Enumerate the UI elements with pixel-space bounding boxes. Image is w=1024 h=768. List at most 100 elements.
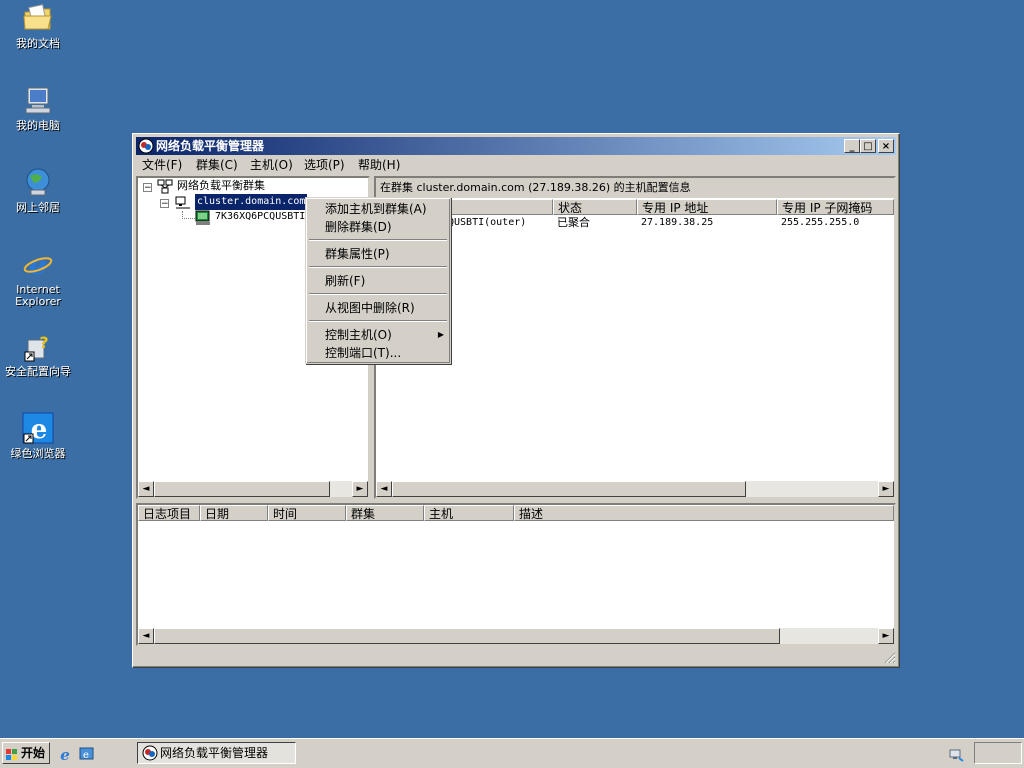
column-header-time[interactable]: 时间 xyxy=(268,505,346,521)
scroll-left-button[interactable]: ◄ xyxy=(376,481,392,497)
scroll-right-button[interactable]: ► xyxy=(878,628,894,644)
submenu-arrow-icon: ▶ xyxy=(437,330,444,339)
tree-host-label[interactable]: 7K36XQ6PCQUSBTI xyxy=(215,209,305,225)
desktop-icon-my-computer[interactable]: 我的电脑 xyxy=(0,84,76,132)
collapse-root-toggle[interactable]: − xyxy=(143,183,152,193)
log-column-headers: 日志项目 日期 时间 群集 主机 描述 xyxy=(138,505,894,521)
menu-options[interactable]: 选项(P) xyxy=(298,157,351,173)
detail-caption: 在群集 cluster.domain.com (27.189.38.26) 的主… xyxy=(380,181,691,194)
minimize-button[interactable]: _ xyxy=(844,139,860,153)
scroll-left-button[interactable]: ◄ xyxy=(138,628,154,644)
network-tray-icon[interactable] xyxy=(948,746,964,762)
cell-subnet: 255.255.255.0 xyxy=(781,217,860,228)
windows-logo-icon xyxy=(6,747,18,760)
column-header-subnet[interactable]: 专用 IP 子网掩码 xyxy=(777,199,894,215)
desktop-icon-security-wizard[interactable]: ? 安全配置向导 xyxy=(0,330,76,378)
taskbar-window-label: 网络负载平衡管理器 xyxy=(160,746,269,760)
detail-horizontal-scrollbar[interactable]: ◄ ► xyxy=(376,481,894,497)
log-pane: 日志项目 日期 时间 群集 主机 描述 ◄ ► xyxy=(136,503,896,646)
scroll-thumb[interactable] xyxy=(154,481,330,497)
scroll-right-button[interactable]: ► xyxy=(352,481,368,497)
detail-column-headers: 状态 专用 IP 地址 专用 IP 子网掩码 xyxy=(376,199,894,215)
scroll-thumb[interactable] xyxy=(154,628,780,644)
menu-separator xyxy=(309,293,447,295)
menu-help[interactable]: 帮助(H) xyxy=(352,157,406,173)
column-header-description[interactable]: 描述 xyxy=(514,505,894,521)
tree-connector-line xyxy=(182,211,195,219)
nlb-manager-window: 网络负载平衡管理器 _ □ × 文件(F) 群集(C) 主机(O) 选项(P) … xyxy=(132,133,900,668)
menu-item-add-host[interactable]: 添加主机到群集(A) xyxy=(308,200,448,218)
svg-text:e: e xyxy=(83,750,89,761)
collapse-cluster-toggle[interactable]: − xyxy=(160,199,169,209)
close-button[interactable]: × xyxy=(878,139,894,153)
internet-explorer-icon: e xyxy=(22,248,54,281)
window-title-bar[interactable]: 网络负载平衡管理器 _ □ × xyxy=(136,137,896,155)
window-title: 网络负载平衡管理器 xyxy=(156,139,265,153)
tree-root-label[interactable]: 网络负载平衡群集 xyxy=(177,178,265,194)
menu-file[interactable]: 文件(F) xyxy=(136,157,188,173)
menu-item-control-hosts[interactable]: 控制主机(O) xyxy=(308,326,448,344)
column-header-ip[interactable]: 专用 IP 地址 xyxy=(637,199,777,215)
tree-horizontal-scrollbar[interactable]: ◄ ► xyxy=(138,481,368,497)
column-header-log-item[interactable]: 日志项目 xyxy=(138,505,200,521)
menu-separator xyxy=(309,320,447,322)
computer-icon xyxy=(22,84,54,116)
desktop-icon-network-places[interactable]: 网上邻居 xyxy=(0,166,76,214)
nlb-app-icon xyxy=(142,745,158,761)
cell-status: 已聚合 xyxy=(557,216,590,229)
desktop-icon-label: 我的文档 xyxy=(16,37,60,50)
column-header-cluster[interactable]: 群集 xyxy=(346,505,424,521)
desktop-icon-my-documents[interactable]: 我的文档 xyxy=(0,2,76,50)
desktop-icon-label: 网上邻居 xyxy=(16,201,60,214)
taskbar: 开始 e e 网络负载平衡管理器 xyxy=(0,738,1024,768)
menu-host[interactable]: 主机(O) xyxy=(244,157,299,173)
svg-text:e: e xyxy=(60,746,70,762)
menu-cluster[interactable]: 群集(C) xyxy=(190,157,244,173)
network-globe-icon xyxy=(22,166,54,198)
cell-host: QUSBTI(outer) xyxy=(448,217,527,228)
table-row[interactable]: QUSBTI(outer) 已聚合 27.189.38.25 255.255.2… xyxy=(376,216,894,230)
menu-separator xyxy=(309,266,447,268)
cluster-group-icon xyxy=(157,179,173,195)
nlb-app-icon xyxy=(138,138,154,154)
desktop-icon-label: Internet Explorer xyxy=(15,283,61,308)
host-detail-pane: 在群集 cluster.domain.com (27.189.38.26) 的主… xyxy=(374,176,896,499)
menu-item-remove-from-view[interactable]: 从视图中删除(R) xyxy=(308,299,448,317)
menu-item-control-ports[interactable]: 控制端口(T)... xyxy=(308,344,448,362)
scroll-right-button[interactable]: ► xyxy=(878,481,894,497)
resize-grip-icon[interactable] xyxy=(884,652,896,664)
tree-cluster-label[interactable]: cluster.domain.com xyxy=(195,194,308,210)
security-wizard-icon: ? xyxy=(22,330,54,362)
start-label: 开始 xyxy=(21,746,46,760)
menu-item-refresh[interactable]: 刷新(F) xyxy=(308,272,448,290)
menu-item-cluster-properties[interactable]: 群集属性(P) xyxy=(308,245,448,263)
host-icon xyxy=(195,210,211,226)
maximize-button[interactable]: □ xyxy=(860,139,876,153)
scroll-left-button[interactable]: ◄ xyxy=(138,481,154,497)
cell-ip: 27.189.38.25 xyxy=(641,217,714,228)
green-browser-icon: e xyxy=(22,412,54,445)
cluster-context-menu: 添加主机到群集(A) 删除群集(D) 群集属性(P) 刷新(F) 从视图中删除(… xyxy=(305,197,451,364)
column-header-status[interactable]: 状态 xyxy=(553,199,637,215)
svg-text:?: ? xyxy=(39,333,48,352)
column-header-host[interactable]: 主机 xyxy=(424,505,514,521)
taskbar-window-button[interactable]: 网络负载平衡管理器 xyxy=(137,742,296,764)
scroll-thumb[interactable] xyxy=(392,481,746,497)
svg-text:e: e xyxy=(29,248,47,280)
menu-separator xyxy=(309,239,447,241)
desktop-icon-label: 安全配置向导 xyxy=(5,365,71,378)
column-header-date[interactable]: 日期 xyxy=(200,505,268,521)
desktop-icon-green-browser[interactable]: e 绿色浏览器 xyxy=(0,412,76,460)
quicklaunch-show-desktop-icon[interactable]: e xyxy=(79,746,95,762)
desktop-icon-label: 我的电脑 xyxy=(16,119,60,132)
log-horizontal-scrollbar[interactable]: ◄ ► xyxy=(138,628,894,644)
system-tray xyxy=(974,742,1022,764)
start-button[interactable]: 开始 xyxy=(2,742,50,764)
quicklaunch-ie-icon[interactable]: e xyxy=(57,746,73,764)
desktop-icon-label: 绿色浏览器 xyxy=(10,447,66,460)
folder-icon xyxy=(22,2,54,34)
cluster-icon xyxy=(175,195,191,211)
menu-bar: 文件(F) 群集(C) 主机(O) 选项(P) 帮助(H) xyxy=(136,156,896,174)
desktop-icon-internet-explorer[interactable]: e Internet Explorer xyxy=(0,248,76,308)
menu-item-delete-cluster[interactable]: 删除群集(D) xyxy=(308,218,448,236)
